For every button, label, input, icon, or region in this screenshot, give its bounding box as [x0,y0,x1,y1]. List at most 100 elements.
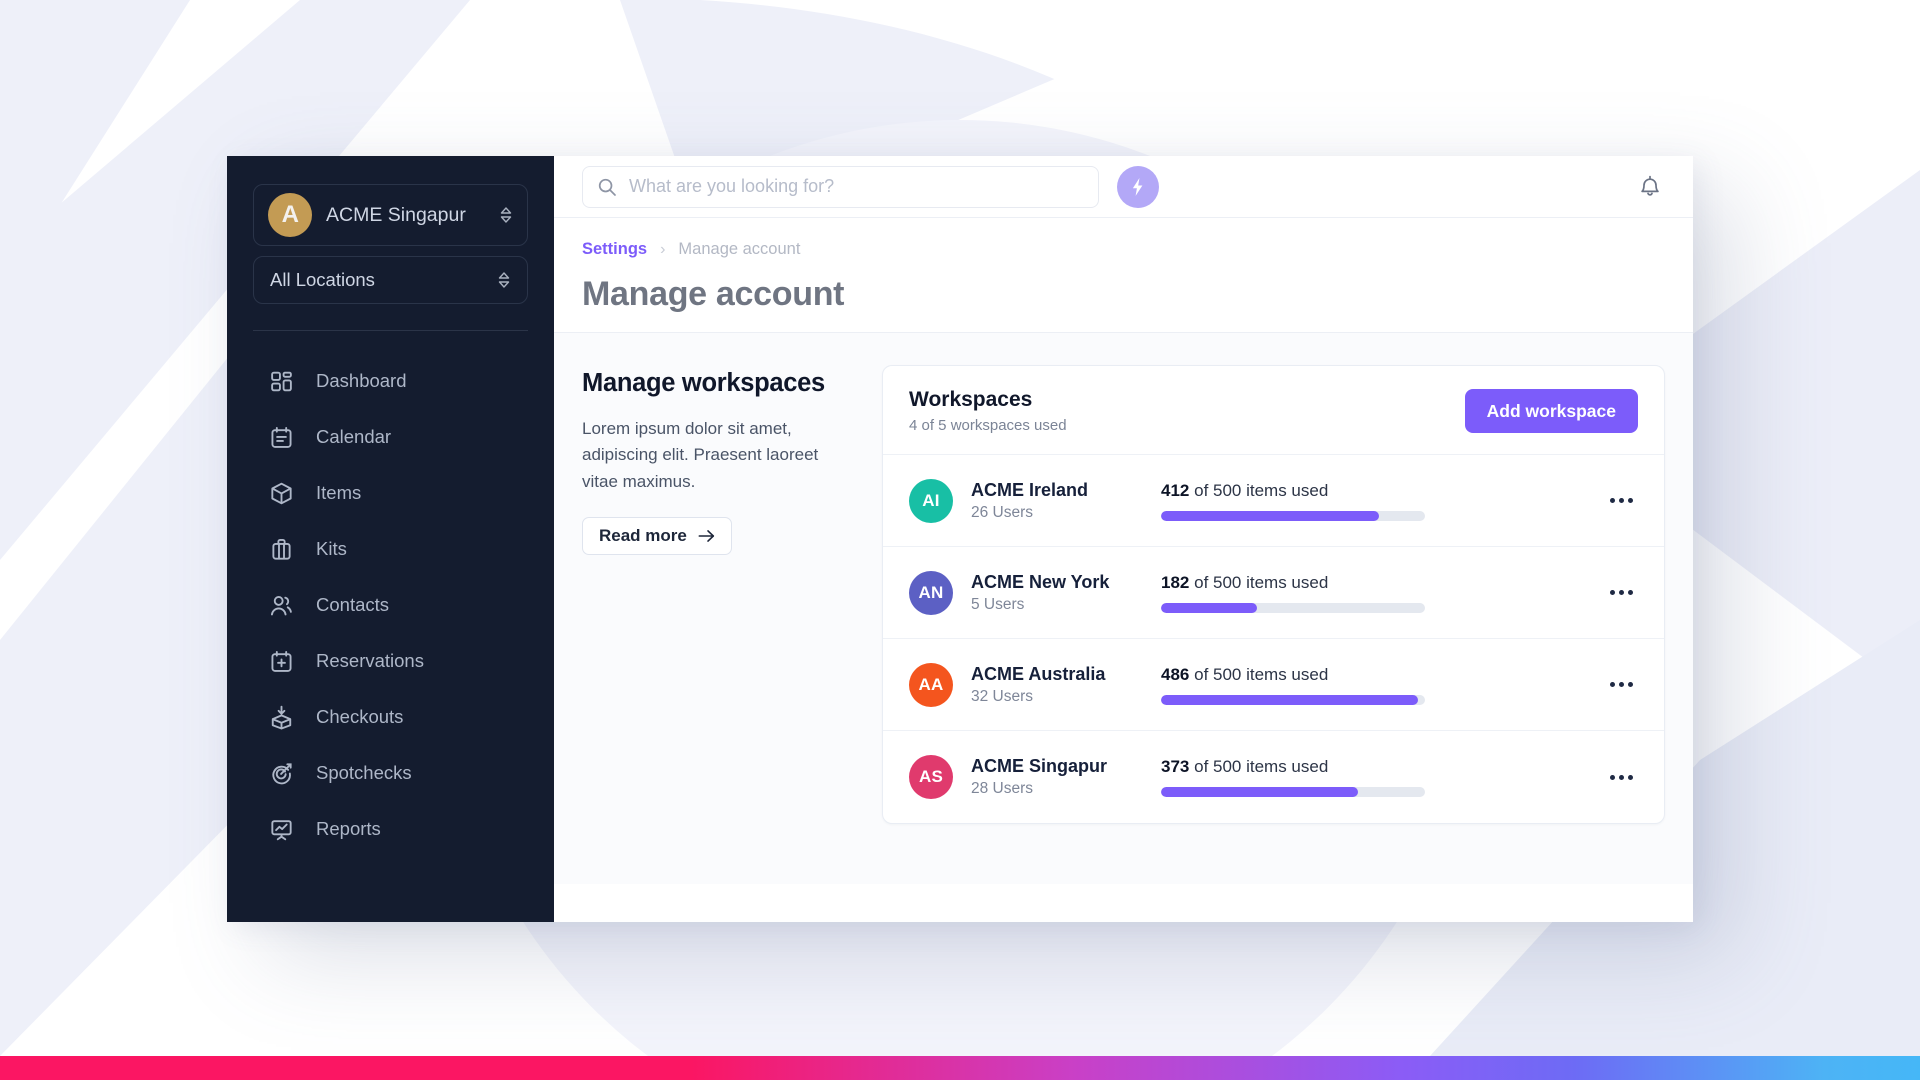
ellipsis-icon [1609,590,1615,595]
workspaces-card: Workspaces 4 of 5 workspaces used Add wo… [882,365,1665,824]
box-arrow-down-icon [271,705,292,729]
workspace-switcher-label: ACME Singapur [326,203,466,226]
usage-progress-track [1161,787,1425,797]
sidebar-item-reports[interactable]: Reports [227,801,554,857]
chevron-up-down-icon [498,272,510,288]
ellipsis-icon [1609,498,1615,503]
ellipsis-icon [1618,498,1624,503]
usage-progress-fill [1161,510,1379,521]
main-area: Settings › Manage account Manage account… [554,156,1693,922]
users-icon [270,595,292,615]
usage-label: 486 of 500 items used [1161,665,1425,685]
add-workspace-button[interactable]: Add workspace [1464,389,1638,433]
workspace-row[interactable]: AA ACME Australia 32 Users 486 of 500 items… [883,639,1664,731]
workspace-name: ACME Australia [971,663,1106,684]
sidebar: A ACME Singapur All Locations Dashboard … [227,156,554,922]
usage-progress-track [1161,694,1425,705]
read-more-button[interactable]: Read more [582,517,732,556]
workspace-avatar: A [268,193,312,237]
workspace-avatar: AS [909,755,953,799]
workspace-avatar: AA [909,662,953,707]
sidebar-item-dashboard[interactable]: Dashboard [227,353,554,409]
sidebar-item-checkouts[interactable]: Checkouts [227,689,554,745]
usage-limit-text: of 500 items used [1194,572,1329,592]
workspace-identity: ACME New York 5 Users [971,572,1161,614]
workspace-row[interactable]: AN ACME New York 5 Users 182 of 500 items u… [883,547,1664,639]
search-field[interactable] [582,165,1099,208]
breadcrumb: Settings › Manage account [582,240,1665,259]
workspace-row-menu-button[interactable] [1604,576,1638,610]
sidebar-item-kits[interactable]: Kits [227,521,554,577]
usage-progress-track [1161,510,1425,521]
content-area: Manage workspaces Lorem ipsum dolor sit … [554,333,1693,884]
bottom-gradient-bar [0,1056,1920,1080]
usage-used-value: 486 [1161,664,1190,684]
usage-progress-track [1161,602,1425,613]
workspace-avatar: AN [909,570,953,615]
sidebar-nav: Dashboard Calendar Items Kits Contacts R… [227,353,554,857]
sidebar-item-calendar[interactable]: Calendar [227,409,554,465]
page-title: Manage account [582,275,845,313]
usage-progress-fill [1161,787,1358,797]
workspaces-list: AI ACME Ireland 26 Users 412 of 500 items u… [883,455,1664,823]
lightning-bolt-icon [1132,177,1143,196]
calendar-plus-icon [271,650,292,672]
workspace-row-menu-button[interactable] [1604,484,1638,518]
dashboard-grid-icon [271,371,292,391]
search-input[interactable] [629,176,1084,197]
sidebar-item-label: Dashboard [316,370,407,391]
workspace-switcher[interactable]: A ACME Singapur [253,184,528,246]
workspaces-card-header: Workspaces 4 of 5 workspaces used Add wo… [883,366,1664,455]
workspace-user-count: 28 Users [971,780,1034,797]
target-dart-icon [272,762,292,784]
notifications-button[interactable] [1635,172,1665,202]
read-more-label: Read more [599,526,687,546]
breadcrumb-link-settings[interactable]: Settings [582,240,647,259]
bell-icon [1641,175,1659,196]
workspace-identity: ACME Australia 32 Users [971,664,1161,706]
ellipsis-icon [1609,774,1615,780]
sidebar-item-label: Kits [316,538,347,559]
sidebar-item-contacts[interactable]: Contacts [227,577,554,633]
search-icon [598,178,616,196]
sidebar-item-label: Reservations [316,650,424,671]
workspace-user-count: 26 Users [971,503,1034,521]
ellipsis-icon [1627,498,1633,503]
workspace-row-menu-button[interactable] [1604,760,1638,794]
workspaces-title: Workspaces [909,388,1033,411]
presentation-chart-icon [271,819,292,840]
sidebar-item-label: Reports [316,818,381,839]
usage-progress-fill [1161,694,1418,705]
sidebar-item-reservations[interactable]: Reservations [227,633,554,689]
page-header: Settings › Manage account Manage account [554,218,1693,333]
sidebar-item-items[interactable]: Items [227,465,554,521]
ellipsis-icon [1618,682,1624,687]
workspace-usage: 373 of 500 items used [1161,757,1425,797]
ellipsis-icon [1609,682,1615,687]
cube-icon [271,482,292,504]
location-switcher[interactable]: All Locations [253,256,528,304]
workspace-row[interactable]: AS ACME Singapur 28 Users 373 of 500 items … [883,731,1664,823]
manage-workspaces-intro: Manage workspaces Lorem ipsum dolor sit … [582,365,850,556]
workspace-row[interactable]: AI ACME Ireland 26 Users 412 of 500 items u… [883,455,1664,547]
workspace-name: ACME Ireland [971,479,1089,500]
sidebar-item-label: Contacts [316,594,390,615]
app-window: A ACME Singapur All Locations Dashboard … [227,156,1693,922]
usage-label: 182 of 500 items used [1161,573,1425,593]
ellipsis-icon [1627,590,1633,595]
section-description: Lorem ipsum dolor sit amet, adipiscing e… [582,419,819,491]
quick-action-button[interactable] [1117,165,1159,208]
workspace-usage: 182 of 500 items used [1161,573,1425,613]
workspace-avatar: AI [909,478,953,523]
workspace-user-count: 32 Users [971,687,1034,705]
sidebar-divider [253,330,528,331]
briefcase-icon [272,538,291,560]
workspace-row-menu-button[interactable] [1604,668,1638,702]
sidebar-item-spotchecks[interactable]: Spotchecks [227,745,554,801]
sidebar-item-label: Calendar [316,426,392,447]
ellipsis-icon [1627,774,1633,780]
workspaces-subtitle: 4 of 5 workspaces used [909,417,1067,434]
section-title: Manage workspaces [582,369,825,397]
usage-limit-text: of 500 items used [1194,480,1329,500]
topbar [554,156,1693,218]
